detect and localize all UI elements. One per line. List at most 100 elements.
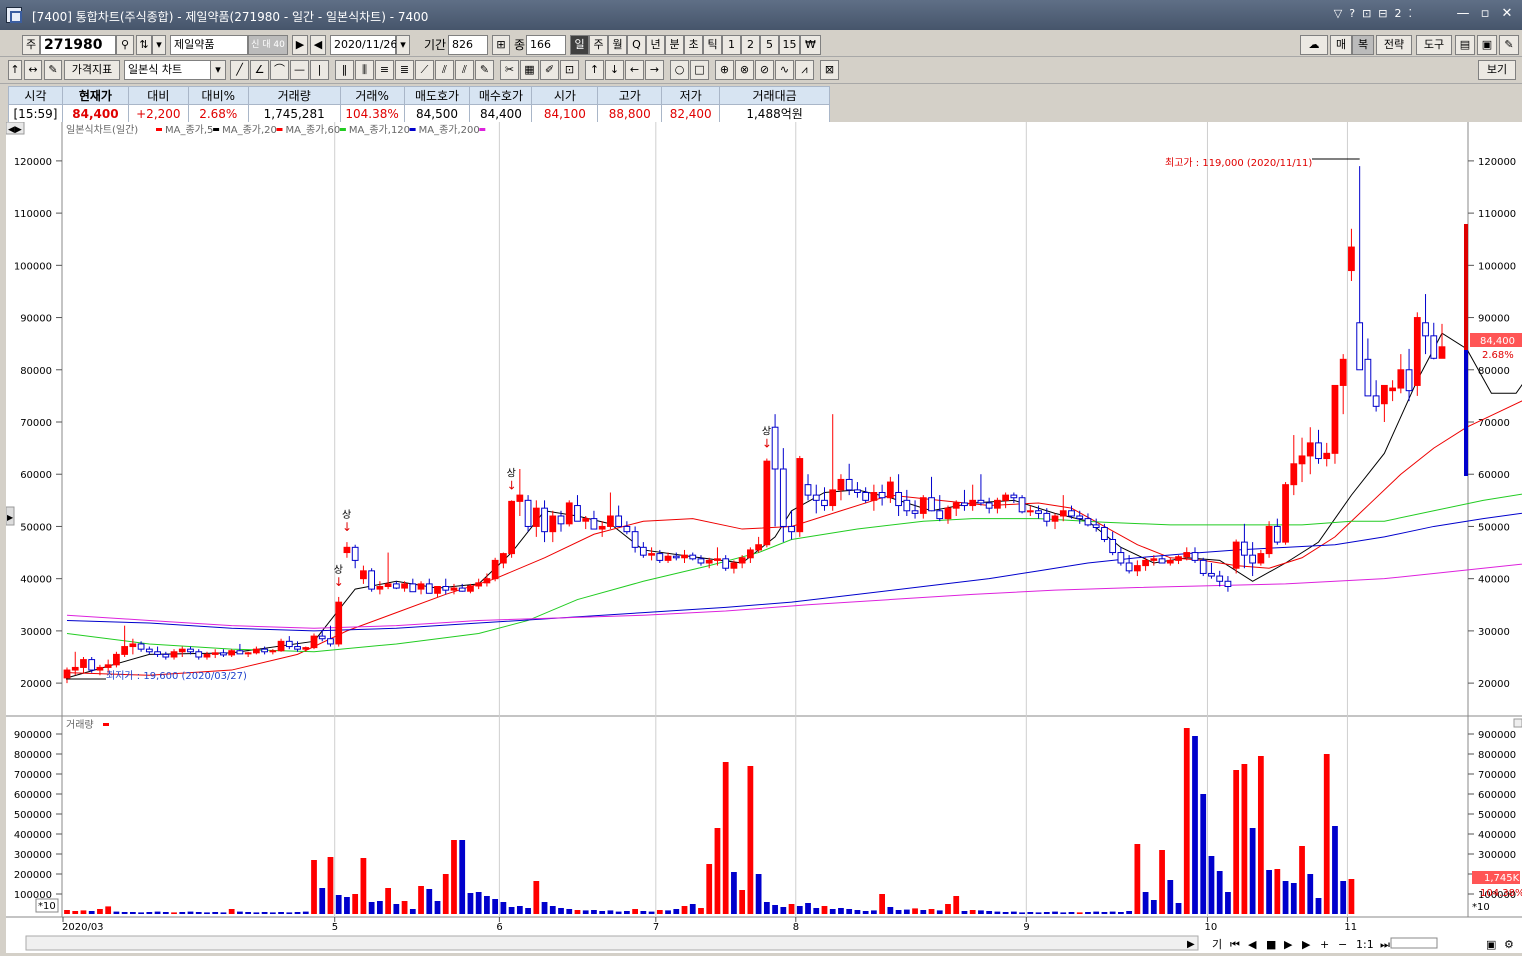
trade-button[interactable]: 매 [1330,35,1352,55]
copy-button[interactable]: 복 [1352,35,1374,55]
draw-tool-20-icon[interactable]: → [645,60,664,80]
volume-bar [1233,770,1240,914]
period-tab-week[interactable]: 주 [589,35,608,55]
candle-body [1372,395,1380,407]
draw-tool-24-icon[interactable]: ⊗ [735,60,754,80]
draw-tool-15-icon[interactable]: ✐ [540,60,559,80]
draw-tool-0-icon[interactable]: ╱ [230,60,249,80]
price-range-bar-blue [1464,350,1468,476]
draw-tool-13-icon[interactable]: ✂ [500,60,519,80]
minimize-icon[interactable]: — [1452,5,1474,23]
draw-tool-21-icon[interactable]: ○ [670,60,689,80]
draw-tool-11-icon[interactable]: ⫽ [455,60,474,80]
date-dropdown-icon[interactable]: ▾ [396,35,410,55]
draw-tool-26-icon[interactable]: ∿ [775,60,794,80]
draw-tool-9-icon[interactable]: ⟋ [415,60,434,80]
draw-tool-5-icon[interactable]: ‖ [335,60,354,80]
edit-icon[interactable]: ✎ [44,60,62,80]
close-icon[interactable]: ✕ [1496,5,1518,23]
draw-tool-22-icon[interactable]: □ [690,60,709,80]
view-button[interactable]: 보기 [1478,60,1516,80]
volume-resize-icon[interactable] [1513,718,1522,728]
draw-tool-23-icon[interactable]: ⊕ [715,60,734,80]
draw-tool-1-icon[interactable]: ∠ [250,60,269,80]
filter-icon[interactable]: ▽ [1334,7,1342,20]
volume-bar [879,894,886,914]
draw-tool-8-icon[interactable]: ≣ [395,60,414,80]
draw-tool-6-icon[interactable]: ⫼ [355,60,374,80]
period-tab-2[interactable]: 2 [741,35,760,55]
period-tab-quarter[interactable]: Q [627,35,646,55]
strategy-button[interactable]: 전략 [1376,35,1412,55]
draw-tool-2-icon[interactable]: ⌒ [270,60,289,80]
chart-type-select[interactable]: 일본식 차트 [124,60,212,80]
period-tab-second[interactable]: 초 [684,35,703,55]
horizontal-scrollbar[interactable] [25,935,1199,951]
draw-tool-10-icon[interactable]: ⫽ [435,60,454,80]
collapse-arrows[interactable]: ◀▶ [8,125,22,135]
draw-tool-19-icon[interactable]: ← [625,60,644,80]
candle-body [1323,452,1331,460]
side-panel-arrow[interactable]: ▶ [7,513,14,522]
period-tab-year[interactable]: 년 [646,35,665,55]
folder-icon[interactable]: ▤ [1455,35,1475,55]
date-input[interactable]: 2020/11/26 [330,35,397,55]
help-icon[interactable]: ? [1349,7,1355,20]
stock-code-input[interactable]: 271980 [40,35,116,55]
dropdown-icon[interactable]: ▾ [152,35,166,55]
draw-tool-28-icon[interactable]: ⊠ [820,60,839,80]
currency-button[interactable]: ₩ [800,35,821,55]
volume-bar [549,906,556,914]
candle-body [837,478,845,491]
volume-tick-label-left: 400000 [14,830,52,841]
period-input[interactable]: 826 [448,35,488,55]
period-tab-15[interactable]: 15 [779,35,800,55]
draw-tool-16-icon[interactable]: ⊡ [560,60,579,80]
candle-body [1298,455,1306,465]
draw-tool-12-icon[interactable]: ✎ [475,60,494,80]
code-prefix-button[interactable]: 주 [22,35,40,55]
chart-type-dropdown-icon[interactable]: ▾ [210,60,226,80]
indicator-button[interactable]: 가격지표 [64,60,120,80]
draw-tool-7-icon[interactable]: ≡ [375,60,394,80]
stock-chart[interactable]: ◀▶ 2000030000400005000060000700008000090… [5,121,1522,953]
split-icon[interactable]: ⊟ [1378,7,1387,20]
capture-icon[interactable]: ⊡ [1362,7,1371,20]
link-number[interactable]: 2 [1395,7,1402,20]
sync-icon[interactable]: ⊞ [492,35,510,55]
more-icon[interactable]: ⁚ [1409,7,1413,20]
cloud-icon[interactable]: ☁ [1300,35,1328,55]
draw-tool-27-icon[interactable]: ⩘ [795,60,814,80]
arrow-up-icon[interactable]: ↑ [8,60,22,80]
search-icon[interactable]: ⚲ [116,35,134,55]
period-tab-5[interactable]: 5 [760,35,779,55]
scroll-right-icon[interactable]: ▶ [1187,939,1195,950]
expand-icon[interactable]: ↔ [24,60,42,80]
draw-tool-3-icon[interactable]: — [290,60,309,80]
count-input[interactable]: 166 [526,35,566,55]
wrench-icon[interactable]: ✎ [1499,35,1519,55]
restore-icon[interactable]: ▫ [1474,5,1496,23]
save-icon[interactable]: ▣ [1477,35,1497,55]
stock-name-field[interactable]: 제일약품 [170,35,248,55]
period-tab-minute[interactable]: 분 [665,35,684,55]
next-icon[interactable]: ▶ [292,35,308,55]
chart-area[interactable]: ◀▶ 20000 30000 40000 50000 60000 70000 80000 90… [5,121,1522,953]
period-tab-day[interactable]: 일 [570,35,589,55]
volume-bar [138,912,144,914]
draw-tool-18-icon[interactable]: ↓ [605,60,624,80]
tools-button[interactable]: 도구 [1416,35,1452,55]
volume-bar [838,908,844,914]
legend-swatch [213,128,220,131]
period-tab-1[interactable]: 1 [722,35,741,55]
draw-tool-4-icon[interactable]: | [310,60,329,80]
price-tick-label-left: 60000 [20,470,52,481]
sort-icon[interactable]: ⇅ [136,35,152,55]
period-tab-tick[interactable]: 틱 [703,35,722,55]
prev-icon[interactable]: ◀ [310,35,326,55]
draw-tool-14-icon[interactable]: ▦ [520,60,539,80]
draw-tool-17-icon[interactable]: ↑ [585,60,604,80]
period-tab-month[interactable]: 월 [608,35,627,55]
month-label: 7 [653,922,659,933]
draw-tool-25-icon[interactable]: ⊘ [755,60,774,80]
